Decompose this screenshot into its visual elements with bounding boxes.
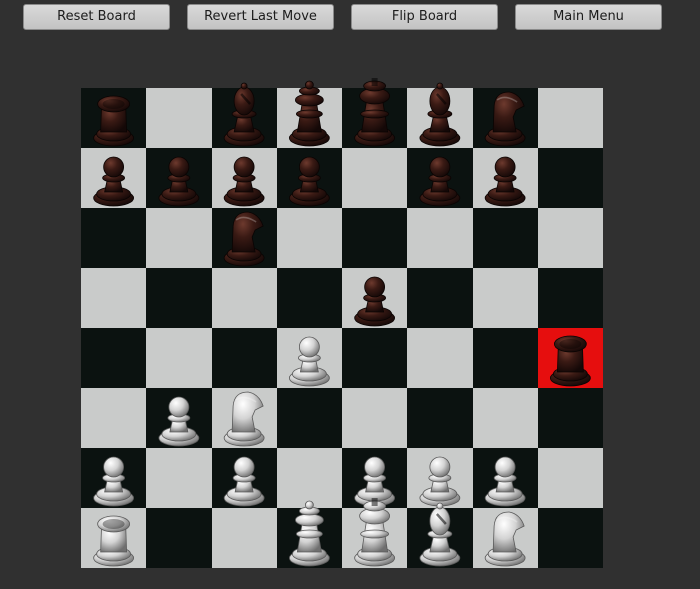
flip-board-button[interactable]: Flip Board bbox=[351, 4, 498, 30]
square-h1[interactable] bbox=[537, 508, 603, 568]
square-g6[interactable] bbox=[472, 208, 538, 268]
square-f4[interactable] bbox=[407, 328, 473, 388]
square-h6[interactable] bbox=[537, 208, 603, 268]
square-e3[interactable] bbox=[342, 388, 408, 448]
revert-last-move-button[interactable]: Revert Last Move bbox=[187, 4, 334, 30]
square-a5[interactable] bbox=[81, 268, 147, 328]
square-f5[interactable] bbox=[407, 268, 473, 328]
square-g3[interactable] bbox=[472, 388, 538, 448]
square-f3[interactable] bbox=[407, 388, 473, 448]
square-e4[interactable] bbox=[342, 328, 408, 388]
square-d3[interactable] bbox=[276, 388, 342, 448]
square-a3[interactable] bbox=[81, 388, 147, 448]
square-d2[interactable] bbox=[276, 448, 342, 508]
square-b2[interactable] bbox=[146, 448, 212, 508]
square-d5[interactable] bbox=[276, 268, 342, 328]
reset-board-button[interactable]: Reset Board bbox=[23, 4, 170, 30]
square-h8[interactable] bbox=[537, 88, 603, 148]
square-b4[interactable] bbox=[146, 328, 212, 388]
square-h7[interactable] bbox=[537, 148, 603, 208]
square-c1[interactable] bbox=[211, 508, 277, 568]
square-e7[interactable] bbox=[342, 148, 408, 208]
square-h3[interactable] bbox=[537, 388, 603, 448]
square-c5[interactable] bbox=[211, 268, 277, 328]
square-e6[interactable] bbox=[342, 208, 408, 268]
square-f6[interactable] bbox=[407, 208, 473, 268]
square-h2[interactable] bbox=[537, 448, 603, 508]
square-h5[interactable] bbox=[537, 268, 603, 328]
square-d6[interactable] bbox=[276, 208, 342, 268]
square-a6[interactable] bbox=[81, 208, 147, 268]
main-menu-button[interactable]: Main Menu bbox=[515, 4, 662, 30]
square-a4[interactable] bbox=[81, 328, 147, 388]
square-g4[interactable] bbox=[472, 328, 538, 388]
square-b8[interactable] bbox=[146, 88, 212, 148]
square-b5[interactable] bbox=[146, 268, 212, 328]
square-g5[interactable] bbox=[472, 268, 538, 328]
square-c4[interactable] bbox=[211, 328, 277, 388]
square-b1[interactable] bbox=[146, 508, 212, 568]
square-b6[interactable] bbox=[146, 208, 212, 268]
toolbar: Reset Board Revert Last Move Flip Board … bbox=[0, 4, 700, 30]
